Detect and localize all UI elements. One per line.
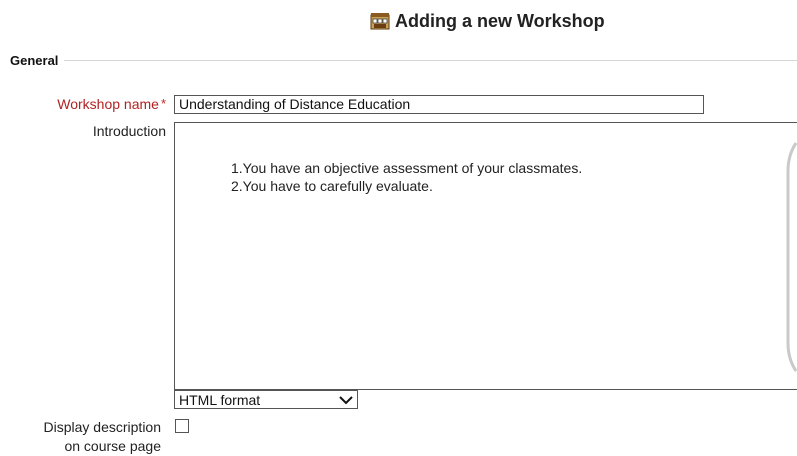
display-description-label: Display description on course page (16, 418, 162, 456)
introduction-line: 2.You have to carefully evaluate. (231, 178, 433, 194)
required-star-icon: * (160, 96, 166, 111)
general-legend: General (10, 53, 59, 68)
introduction-editor[interactable]: 1.You have an objective assessment of yo… (174, 122, 797, 390)
introduction-content: 1.You have an objective assessment of yo… (231, 159, 582, 195)
legend-divider (64, 60, 797, 61)
page-heading: Adding a new Workshop (370, 9, 605, 33)
workshop-name-label: Workshop name * (57, 96, 166, 112)
display-description-checkbox[interactable] (175, 419, 189, 433)
editor-scrollbar[interactable] (783, 141, 797, 373)
page-title: Adding a new Workshop (395, 10, 605, 31)
format-select-value: HTML format (179, 391, 261, 408)
chevron-down-icon (339, 395, 353, 404)
display-description-label-line1: Display description (43, 419, 162, 435)
general-fieldset-header: General (10, 53, 797, 68)
introduction-label: Introduction (92, 123, 166, 139)
display-description-label-line2: on course page (64, 438, 161, 454)
format-select[interactable]: HTML format (174, 390, 358, 409)
introduction-line: 1.You have an objective assessment of yo… (231, 160, 583, 176)
workshop-name-input[interactable]: Understanding of Distance Education (174, 95, 704, 114)
workshop-icon (370, 13, 390, 30)
scrollbar-track-icon (786, 142, 797, 372)
workshop-name-label-text: Workshop name (57, 96, 159, 112)
